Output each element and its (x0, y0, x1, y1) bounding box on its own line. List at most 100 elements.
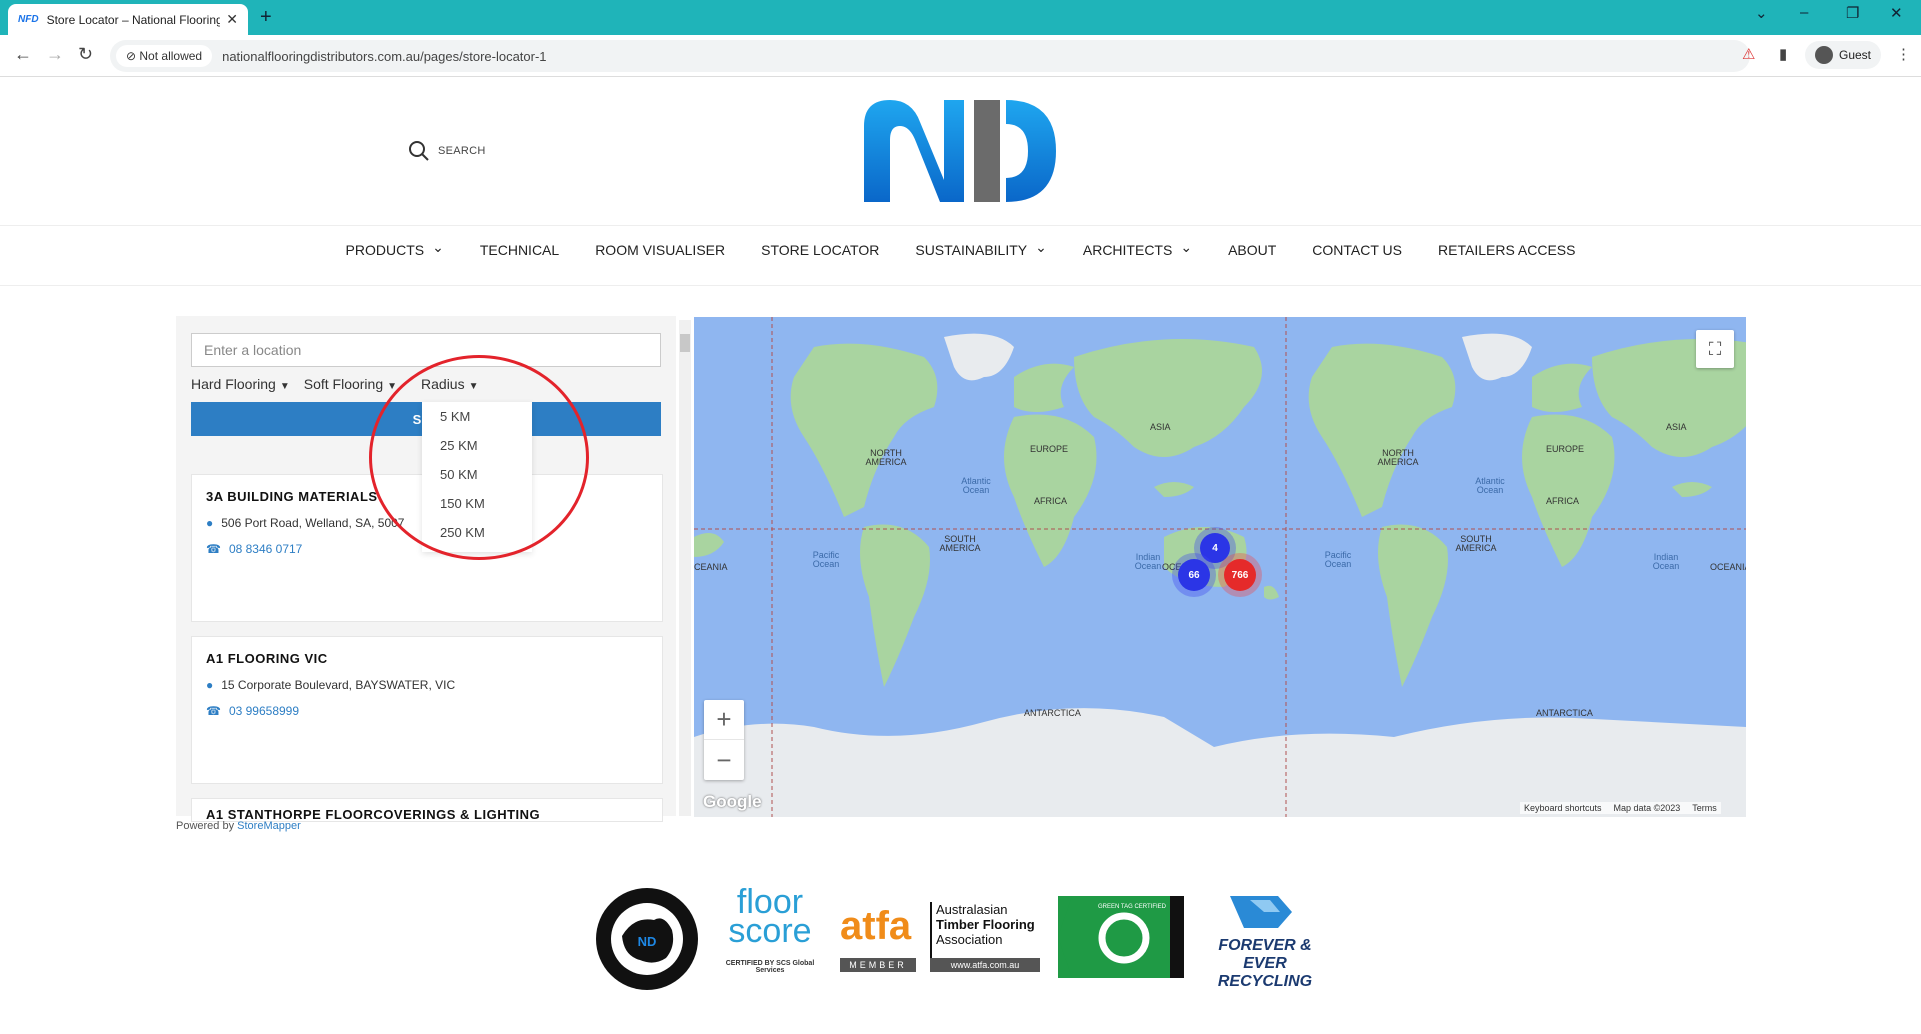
nav-label: TECHNICAL (479, 242, 560, 258)
main-nav: PRODUCTS ⌄ TECHNICAL ROOM VISUALISER STORE L… (0, 239, 1921, 259)
zoom-out-button[interactable]: − (704, 740, 744, 780)
phone-icon: ☎ (206, 704, 221, 718)
nav-label: RETAILERS ACCESS (1438, 242, 1576, 258)
map-label: Indian Ocean (1134, 552, 1162, 571)
map-label: Atlantic Ocean (961, 476, 991, 495)
location-input[interactable]: Enter a location (191, 333, 661, 367)
soft-flooring-filter[interactable]: Soft Flooring ▼ (304, 376, 397, 392)
nav-label: ARCHITECTS (1082, 242, 1173, 258)
zoom-in-button[interactable]: + (704, 700, 744, 740)
floorscore-cert: CERTIFIED BY SCS Global Services (725, 960, 815, 974)
atfa-divider (930, 902, 932, 958)
hard-flooring-filter[interactable]: Hard Flooring ▼ (191, 376, 290, 392)
powered-by: Powered by StoreMapper (176, 820, 301, 832)
atfa-name: Australasian Timber Flooring Association (936, 902, 1035, 947)
nav-item-retailers-access[interactable]: RETAILERS ACCESS (1438, 242, 1575, 258)
map-pin-icon: ● (206, 516, 214, 530)
nav-item-contact-us[interactable]: CONTACT US (1312, 242, 1402, 258)
store-list-scrollbar[interactable] (679, 320, 691, 816)
store-address: 506 Port Road, Welland, SA, 5007 (221, 516, 405, 530)
address-bar-row: ← → ↻ ⊘ Not allowed nationalflooringdist… (0, 35, 1921, 77)
search-icon (409, 141, 429, 161)
store-phone: 08 8346 0717 (228, 542, 303, 556)
terms-link[interactable]: Terms (1692, 803, 1717, 813)
forever-line1: FOREVER & EVER (1218, 937, 1312, 972)
phone-icon: ☎ (206, 542, 221, 556)
nav-label: ABOUT (1228, 242, 1277, 258)
hard-flooring-label: Hard Flooring (191, 376, 276, 392)
google-logo[interactable]: Google (703, 792, 762, 812)
logo-graphic (864, 100, 1056, 202)
nav-item-sustainability[interactable]: SUSTAINABILITY ⌄ (915, 239, 1047, 259)
nav-item-store-locator[interactable]: STORE LOCATOR (761, 242, 879, 258)
cluster-marker[interactable]: 766 (1224, 559, 1256, 591)
nav-divider (0, 285, 1921, 286)
restore-icon[interactable]: ❐ (1846, 4, 1859, 22)
blocked-popup-icon[interactable]: ⚠ (1742, 45, 1755, 63)
window-close-icon[interactable]: ✕ (1890, 4, 1903, 22)
nfd-logo[interactable] (860, 96, 1060, 206)
annotation-circle (369, 355, 589, 560)
security-label: Not allowed (139, 49, 203, 63)
map-label: EUROPE (1030, 444, 1069, 454)
nav-item-products[interactable]: PRODUCTS ⌄ (346, 239, 444, 259)
map-pin-icon: ● (206, 678, 214, 692)
sidebar-icon[interactable]: ▮ (1779, 45, 1787, 63)
store-map[interactable]: NORTH AMERICA EUROPE ASIA AFRICA SOUTH A… (694, 317, 1746, 817)
map-label: SOUTH AMERICA (939, 534, 981, 553)
atfa-logo: atfa (840, 904, 912, 948)
atfa-name-line: Association (936, 932, 1003, 947)
floorscore-bottom: score (728, 912, 812, 950)
map-attribution: Keyboard shortcuts Map data ©2023 Terms (1520, 802, 1721, 814)
map-label: AFRICA (1546, 496, 1580, 506)
map-label: NORTH AMERICA (865, 448, 907, 467)
forward-icon[interactable]: → (46, 44, 64, 65)
cluster-marker[interactable]: 66 (1178, 559, 1210, 591)
map-label: ANTARCTICA (1536, 708, 1593, 718)
australian-owned-badge: ND (594, 886, 700, 992)
nav-item-room-visualiser[interactable]: ROOM VISUALISER (595, 242, 725, 258)
storemapper-link[interactable]: StoreMapper (237, 820, 301, 832)
atfa-name-line: Timber Flooring (936, 917, 1035, 932)
nav-item-architects[interactable]: ARCHITECTS ⌄ (1082, 239, 1192, 259)
menu-kebab-icon[interactable]: ⋮ (1896, 45, 1911, 63)
nav-item-technical[interactable]: TECHNICAL (480, 242, 559, 258)
map-label: ANTARCTICA (1024, 708, 1081, 718)
favicon-icon: NFD (18, 14, 39, 25)
fullscreen-icon[interactable]: ⛶ (1696, 330, 1734, 368)
caret-down-icon: ▼ (279, 381, 290, 392)
floorscore-badge: floor score CERTIFIED BY SCS Global Serv… (720, 885, 820, 988)
profile-button[interactable]: Guest (1805, 41, 1882, 69)
site-search[interactable]: SEARCH (408, 140, 486, 162)
store-name: A1 FLOORING VIC (206, 651, 328, 666)
store-card[interactable]: A1 STANTHORPE FLOORCOVERINGS & LIGHTING (191, 798, 663, 822)
cluster-marker[interactable]: 4 (1200, 533, 1230, 563)
green-tag-text: GREEN TAG CERTIFIED (1098, 904, 1167, 910)
store-address: 15 Corporate Boulevard, BAYSWATER, VIC (221, 678, 456, 692)
nav-item-about[interactable]: ABOUT (1228, 242, 1276, 258)
security-chip[interactable]: ⊘ Not allowed (116, 45, 213, 67)
reload-icon[interactable]: ↻ (78, 44, 93, 65)
scrollbar-thumb[interactable] (680, 334, 690, 352)
australia-badge-graphic: ND (596, 888, 698, 990)
browser-tab[interactable]: NFD Store Locator – National Flooring Di… (8, 4, 248, 35)
tab-close-icon[interactable]: ✕ (226, 11, 238, 28)
map-label: EUROPE (1546, 444, 1585, 454)
header-divider (0, 225, 1921, 226)
tab-title: Store Locator – National Flooring Distri… (46, 12, 221, 27)
store-phone-row[interactable]: ☎ 03 99658999 (206, 704, 648, 718)
tab-search-chevron-icon[interactable]: ⌄ (1755, 4, 1768, 22)
new-tab-icon[interactable]: + (260, 6, 272, 29)
zoom-control: + − (704, 700, 744, 780)
soft-flooring-label: Soft Flooring (303, 376, 384, 392)
avatar-icon (1815, 46, 1833, 64)
not-secure-icon: ⊘ (126, 49, 140, 63)
forever-line2: RECYCLING (1217, 973, 1313, 990)
omnibox[interactable]: ⊘ Not allowed nationalflooringdistributo… (110, 40, 1750, 72)
atfa-member: MEMBER (840, 958, 916, 972)
back-icon[interactable]: ← (14, 44, 32, 65)
world-map-graphic (694, 317, 1746, 817)
minimize-icon[interactable]: – (1800, 4, 1808, 21)
keyboard-shortcuts-link[interactable]: Keyboard shortcuts (1524, 803, 1602, 813)
store-card[interactable]: A1 FLOORING VIC ● 15 Corporate Boulevard,… (191, 636, 663, 784)
